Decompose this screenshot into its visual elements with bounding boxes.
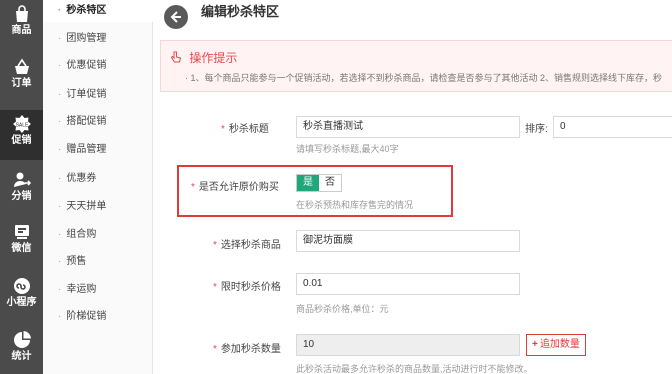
promotion-submenu: · 秒杀特区 · 团购管理 · 优惠促销 · 订单促销 · 搭配促销 · 赠品管理 · 优惠券… <box>43 0 154 374</box>
mini-program-icon <box>13 278 30 294</box>
price-input[interactable]: 0.01 <box>296 273 520 295</box>
submenu-item-tiered[interactable]: · 阶梯促销 <box>43 306 153 328</box>
back-button[interactable] <box>164 5 188 29</box>
submenu-item-flash-sale[interactable]: · 秒杀特区 <box>43 0 154 22</box>
sidebar-item-label: 分销 <box>11 191 32 202</box>
tips-title: 操作提示 <box>170 49 237 66</box>
title-label: * 秒杀标题 <box>221 124 269 135</box>
sidebar-item-wechat[interactable]: 微信 <box>0 218 43 268</box>
sidebar-item-label: 订单 <box>11 78 32 89</box>
submenu-item-group-buy[interactable]: · 团购管理 <box>43 28 153 50</box>
sidebar-item-orders[interactable]: 订单 <box>0 53 43 103</box>
title-hint: 请填写秒杀标题,最大40字 <box>296 144 399 154</box>
pointer-hand-icon <box>170 51 182 63</box>
product-select[interactable]: 御泥坊面膜 <box>296 230 520 252</box>
submenu-item-discount[interactable]: · 优惠促销 <box>43 55 153 77</box>
add-quantity-button[interactable]: + 追加数量 <box>526 334 586 356</box>
submenu-item-lucky[interactable]: · 幸运购 <box>43 279 153 301</box>
sidebar-item-goods[interactable]: 商品 <box>0 0 43 50</box>
sidebar-item-distribution[interactable]: 分销 <box>0 166 43 216</box>
allow-original-price-hint: 在秒杀预热和库存售完的情况 <box>296 200 414 210</box>
sidebar-item-label: 微信 <box>11 243 32 254</box>
submenu-item-presale[interactable]: · 预售 <box>43 251 153 273</box>
tips-text: · 1、每个商品只能参与一个促销活动，若选择不到秒杀商品，请检查是否参与了其他活… <box>185 73 663 83</box>
wechat-icon <box>14 225 29 239</box>
qty-label: * 参加秒杀数量 <box>213 344 281 355</box>
price-label: * 限时秒杀价格 <box>213 282 281 293</box>
page-title: 编辑秒杀特区 <box>201 4 280 19</box>
basket-icon <box>14 58 29 74</box>
sidebar-item-label: 统计 <box>11 351 32 362</box>
sidebar-item-mini-program[interactable]: 小程序 <box>0 272 43 322</box>
allow-original-price-toggle[interactable]: 是否 <box>296 174 342 192</box>
tips-panel: 操作提示 · 1、每个商品只能参与一个促销活动，若选择不到秒杀商品，请检查是否参… <box>160 40 672 92</box>
sidebar-item-promotion[interactable]: SALE 促销 <box>0 110 43 160</box>
toggle-no[interactable]: 否 <box>319 175 341 191</box>
sort-input[interactable]: 0 <box>553 116 672 138</box>
plus-icon: + <box>532 339 538 350</box>
promo-badge-icon: SALE <box>12 115 31 133</box>
price-hint: 商品秒杀价格,单位：元 <box>296 304 389 314</box>
product-label: * 选择秒杀商品 <box>213 240 281 251</box>
main-content: 编辑秒杀特区 操作提示 · 1、每个商品只能参与一个促销活动，若选择不到秒杀商品… <box>153 0 672 374</box>
sidebar-item-statistics[interactable]: 统计 <box>0 326 43 374</box>
qty-input[interactable]: 10 <box>296 334 520 356</box>
submenu-item-daily-group[interactable]: · 天天拼单 <box>43 196 153 218</box>
main-sidebar: 商品 订单 SALE 促销 分销 微信 小程序 统计 <box>0 0 43 374</box>
distribution-icon <box>13 172 31 187</box>
svg-text:SALE: SALE <box>15 123 28 129</box>
submenu-item-combo[interactable]: · 组合购 <box>43 224 153 246</box>
allow-original-price-label: * 是否允许原价购买 <box>191 182 279 193</box>
sidebar-item-label: 促销 <box>11 135 32 146</box>
sidebar-item-label: 小程序 <box>6 297 37 308</box>
pie-chart-icon <box>13 331 31 348</box>
sidebar-item-label: 商品 <box>11 25 32 36</box>
shopping-bag-icon <box>15 5 28 22</box>
title-input[interactable]: 秒杀直播测试 <box>296 116 520 138</box>
submenu-item-bundle-promo[interactable]: · 搭配促销 <box>43 111 153 133</box>
qty-hint: 此秒杀活动最多允许秒杀的商品数量,活动进行时不能修改。 <box>296 364 533 374</box>
arrow-left-icon <box>170 11 181 23</box>
toggle-yes[interactable]: 是 <box>297 175 319 191</box>
submenu-item-coupon[interactable]: · 优惠券 <box>43 168 153 190</box>
submenu-item-order-promo[interactable]: · 订单促销 <box>43 84 153 106</box>
submenu-item-gift[interactable]: · 赠品管理 <box>43 139 153 161</box>
sort-label: 排序: <box>525 124 548 135</box>
